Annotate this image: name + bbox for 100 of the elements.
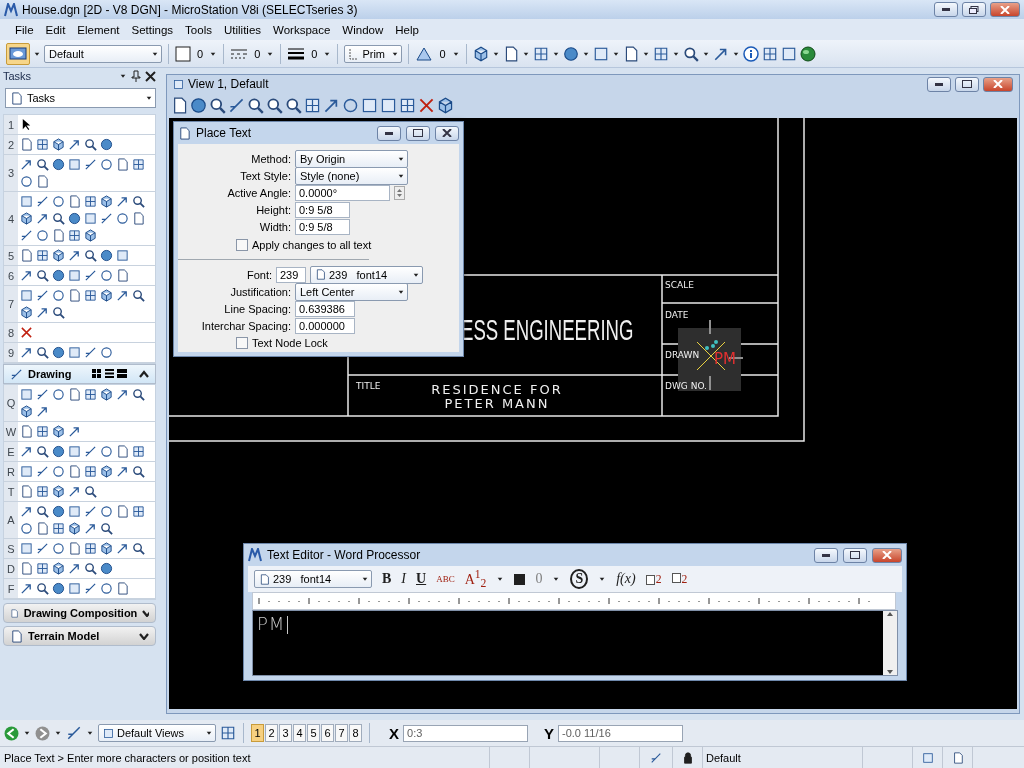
sphere-icon[interactable] xyxy=(68,212,81,225)
line-icon[interactable] xyxy=(36,289,49,302)
font-dropdown[interactable]: 239 font14 xyxy=(254,570,372,588)
magnifier-icon[interactable] xyxy=(36,269,49,282)
view-number-button[interactable]: 6 xyxy=(321,724,334,742)
arrow-icon[interactable] xyxy=(323,97,340,114)
line-icon[interactable] xyxy=(100,212,113,225)
line-icon[interactable] xyxy=(36,388,49,401)
grid-icon[interactable] xyxy=(132,158,145,171)
checkbox[interactable] xyxy=(236,238,248,251)
task-selector[interactable]: Tasks xyxy=(5,88,156,108)
circle-icon[interactable] xyxy=(52,195,65,208)
grid-icon[interactable] xyxy=(132,505,145,518)
page-icon[interactable] xyxy=(171,97,188,114)
sphere-icon[interactable] xyxy=(52,582,65,595)
function-button[interactable]: f(x) xyxy=(616,571,636,587)
view-toggle-button[interactable] xyxy=(6,42,30,65)
circle-icon[interactable] xyxy=(52,465,65,478)
sphere-icon[interactable] xyxy=(562,45,579,62)
grid-icon[interactable] xyxy=(132,445,145,458)
line-icon[interactable] xyxy=(84,269,97,282)
arrow-icon[interactable] xyxy=(68,249,81,262)
arrow-icon[interactable] xyxy=(68,485,81,498)
triangle-icon[interactable] xyxy=(415,45,434,62)
caret-icon[interactable] xyxy=(86,729,94,737)
saved-views-dropdown[interactable]: Default Views xyxy=(98,724,216,742)
magnifier-icon[interactable] xyxy=(36,505,49,518)
box-icon[interactable] xyxy=(645,573,655,585)
line-icon[interactable] xyxy=(20,229,33,242)
spell-check-button[interactable]: ABC xyxy=(436,574,455,584)
transparency-value[interactable]: 0 xyxy=(436,47,449,60)
circle-icon[interactable] xyxy=(20,522,33,535)
sphere-icon[interactable] xyxy=(52,346,65,359)
cube-icon[interactable] xyxy=(472,45,489,62)
line-icon[interactable] xyxy=(84,158,97,171)
magnifier-icon[interactable] xyxy=(52,306,65,319)
square-icon[interactable] xyxy=(361,97,378,114)
minimize-button[interactable] xyxy=(814,547,838,563)
circle-icon[interactable] xyxy=(20,175,33,188)
square-icon[interactable] xyxy=(20,388,33,401)
cube-icon[interactable] xyxy=(437,97,454,114)
caret-icon[interactable] xyxy=(205,729,213,737)
menu-item[interactable]: Tools xyxy=(180,21,217,38)
circle-icon[interactable] xyxy=(52,542,65,555)
view-number-button[interactable]: 3 xyxy=(279,724,292,742)
cube-icon[interactable] xyxy=(20,405,33,418)
circle-icon[interactable] xyxy=(100,269,113,282)
line-icon[interactable] xyxy=(66,725,82,741)
sphere-icon[interactable] xyxy=(100,249,113,262)
grid-icon[interactable] xyxy=(36,562,49,575)
cube-icon[interactable] xyxy=(100,289,113,302)
view-number-button[interactable]: 4 xyxy=(293,724,306,742)
cube-icon[interactable] xyxy=(100,542,113,555)
maximize-button[interactable] xyxy=(955,76,979,92)
spinner-icon[interactable] xyxy=(394,185,405,200)
arrow-icon[interactable] xyxy=(20,582,33,595)
class-dropdown[interactable]: Prim xyxy=(344,44,403,63)
caret-icon[interactable] xyxy=(361,575,369,583)
magnifier-icon[interactable] xyxy=(100,522,113,535)
restore-button[interactable] xyxy=(962,2,986,17)
circle-icon[interactable] xyxy=(100,158,113,171)
circle-icon[interactable] xyxy=(52,289,65,302)
line-icon[interactable] xyxy=(84,445,97,458)
section-header[interactable]: Drawing Composition xyxy=(3,603,156,623)
coordinate-field[interactable]: 0:3 xyxy=(403,724,528,742)
arrow-icon[interactable] xyxy=(20,346,33,359)
arrow-icon[interactable] xyxy=(116,542,129,555)
grid-icon[interactable] xyxy=(652,45,669,62)
arrow-icon[interactable] xyxy=(36,405,49,418)
info-icon[interactable] xyxy=(742,45,759,62)
grid-icon[interactable] xyxy=(36,249,49,262)
line-icon[interactable] xyxy=(228,97,245,114)
magnifier-icon[interactable] xyxy=(132,289,145,302)
input-field[interactable]: 239 xyxy=(276,266,306,283)
checkbox[interactable] xyxy=(236,336,248,349)
magnifier-icon[interactable] xyxy=(682,45,699,62)
italic-button[interactable]: I xyxy=(401,571,406,587)
square-icon[interactable] xyxy=(380,97,397,114)
line-icon[interactable] xyxy=(36,542,49,555)
close-icon[interactable] xyxy=(442,129,452,137)
circle-icon[interactable] xyxy=(100,445,113,458)
sphere-icon[interactable] xyxy=(52,158,65,171)
square-icon[interactable] xyxy=(103,727,114,739)
magnifier-icon[interactable] xyxy=(84,249,97,262)
line-icon[interactable] xyxy=(36,195,49,208)
cube-icon[interactable] xyxy=(52,249,65,262)
circle-icon[interactable] xyxy=(100,505,113,518)
cross-icon[interactable] xyxy=(418,97,435,114)
chevron-up-icon[interactable] xyxy=(139,370,149,378)
maximize-icon[interactable] xyxy=(962,80,972,88)
square-icon[interactable] xyxy=(20,465,33,478)
sphere-icon[interactable] xyxy=(52,269,65,282)
magnifier-icon[interactable] xyxy=(52,212,65,225)
cube-icon[interactable] xyxy=(100,388,113,401)
chevron-down-icon[interactable] xyxy=(142,609,149,617)
magnifier-icon[interactable] xyxy=(132,388,145,401)
box-icon[interactable] xyxy=(671,573,681,585)
menu-item[interactable]: Help xyxy=(390,21,424,38)
minimize-icon[interactable] xyxy=(822,553,830,557)
caret-icon[interactable] xyxy=(145,94,153,102)
